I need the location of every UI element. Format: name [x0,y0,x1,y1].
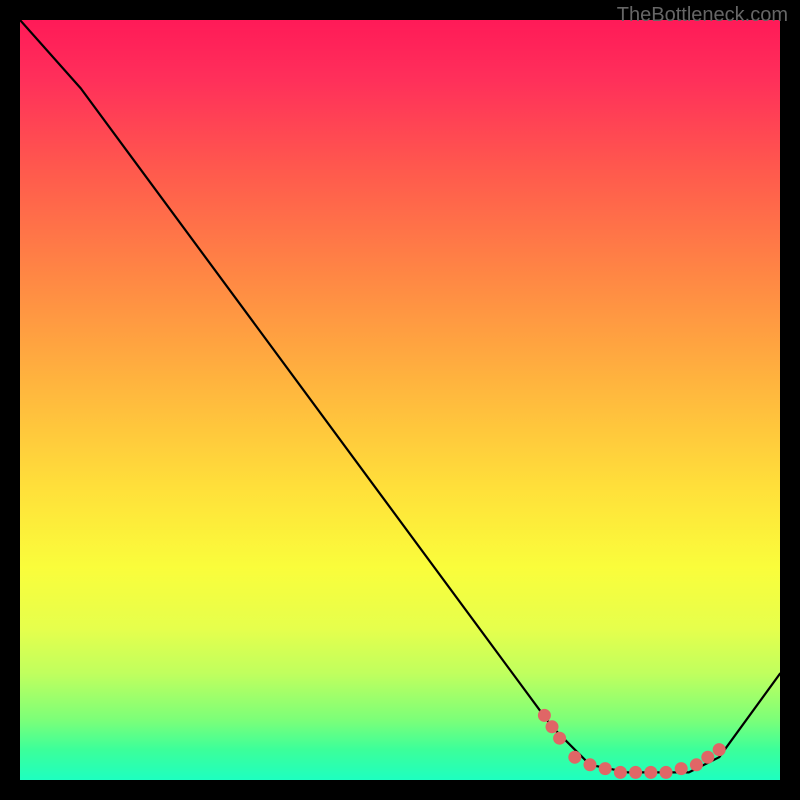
chart-plot-area [20,20,780,780]
chart-marker [660,766,673,779]
chart-marker [690,758,703,771]
attribution-text: TheBottleneck.com [617,4,788,27]
chart-marker [701,751,714,764]
chart-marker [675,762,688,775]
chart-curve [20,20,780,780]
chart-marker [568,751,581,764]
chart-marker [546,720,559,733]
chart-marker [644,766,657,779]
chart-markers [20,20,780,780]
chart-marker [553,732,566,745]
chart-marker [584,758,597,771]
chart-marker [599,762,612,775]
chart-marker [629,766,642,779]
chart-marker [713,743,726,756]
chart-marker [538,709,551,722]
chart-marker [614,766,627,779]
